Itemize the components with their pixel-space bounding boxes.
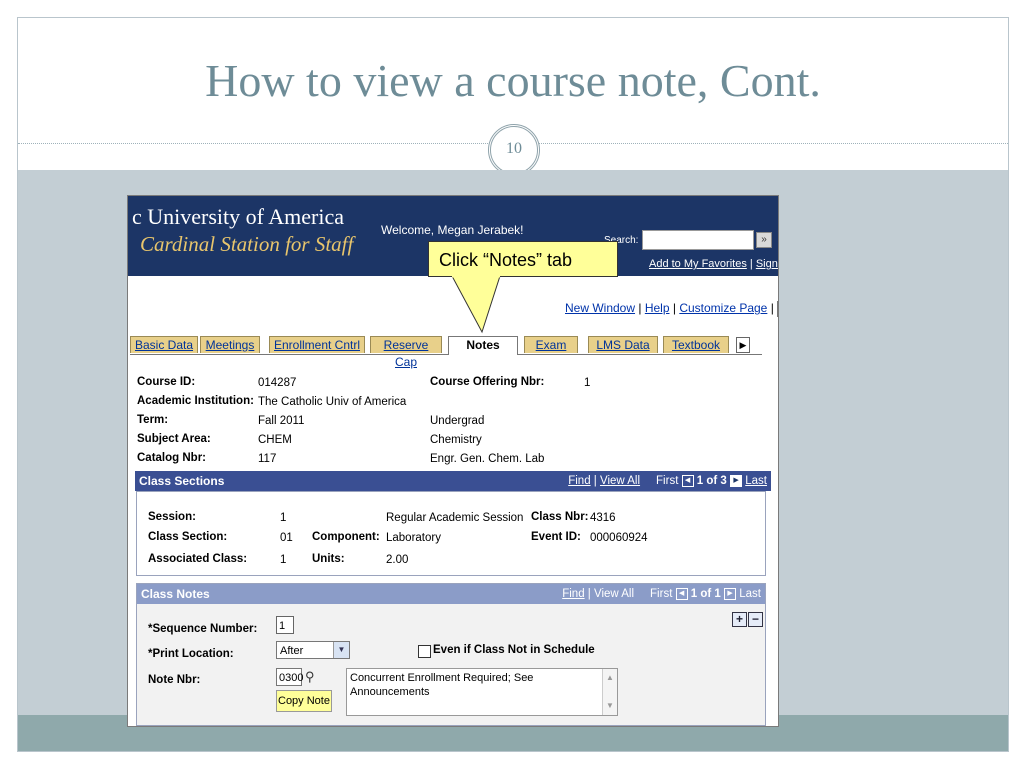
event-id-value: 000060924: [590, 532, 648, 544]
tab-exam[interactable]: Exam: [524, 336, 578, 353]
term-label: Term:: [137, 414, 169, 426]
class-notes-counter: 1 of 1: [690, 588, 721, 600]
prev-arrow-icon[interactable]: ◀: [681, 474, 694, 487]
sequence-number-label: *Sequence Number:: [148, 623, 258, 635]
session-desc-value: Regular Academic Session: [386, 512, 524, 524]
new-window-link[interactable]: New Window: [565, 301, 635, 315]
search-input[interactable]: [642, 230, 754, 250]
class-notes-header: Class Notes Find | View All First ◀ 1 of…: [137, 584, 765, 604]
portal-logo-text: Cardinal Station for Staff: [140, 232, 354, 256]
class-sections-first[interactable]: First: [656, 475, 678, 487]
tab-lms-data[interactable]: LMS Data: [588, 336, 658, 353]
tab-reserve-cap[interactable]: Reserve Cap: [370, 336, 442, 369]
copy-note-button[interactable]: Copy Note: [276, 690, 332, 712]
session-label: Session:: [148, 511, 196, 523]
scroll-down-icon[interactable]: ▼: [603, 699, 617, 713]
add-row-icon[interactable]: +: [732, 612, 747, 627]
class-sections-title: Class Sections: [139, 474, 225, 488]
subject-desc-value: Chemistry: [430, 434, 482, 446]
class-sections-find-link[interactable]: Find: [568, 475, 590, 487]
class-notes-nav: Find | View All First ◀ 1 of 1 ▶ Last: [562, 587, 761, 600]
add-to-favorites-link[interactable]: Add to My Favorites: [649, 258, 747, 270]
peoplesoft-screenshot: c University of America Cardinal Station…: [127, 195, 779, 727]
help-link[interactable]: Help: [645, 301, 670, 315]
class-nbr-label: Class Nbr:: [531, 511, 589, 523]
offering-nbr-value: 1: [584, 377, 591, 389]
scroll-up-icon[interactable]: ▲: [603, 671, 617, 685]
institution-value: The Catholic Univ of America: [258, 396, 407, 408]
callout-box: Click “Notes” tab: [428, 241, 618, 277]
class-sections-last-link[interactable]: Last: [745, 475, 767, 487]
even-if-not-in-schedule-label: Even if Class Not in Schedule: [433, 644, 595, 656]
slide-title: How to view a course note, Cont.: [205, 55, 821, 106]
class-sections-header: Class Sections Find | View All First ◀ 1…: [135, 471, 771, 491]
term-value: Fall 2011: [258, 415, 305, 427]
catalog-nbr-value: 117: [258, 453, 277, 465]
class-notes-first: First: [650, 588, 673, 600]
institution-label: Academic Institution:: [137, 395, 254, 407]
search-go-icon[interactable]: »: [756, 232, 772, 248]
tab-bar: Basic Data Meetings Enrollment Cntrl Res…: [130, 336, 762, 369]
units-label: Units:: [312, 553, 345, 565]
http-icon[interactable]: http: [777, 301, 778, 317]
class-section-value: 01: [280, 532, 293, 544]
print-location-label: *Print Location:: [148, 648, 234, 660]
notes-prev-arrow-icon: ◀: [675, 587, 688, 600]
catalog-nbr-label: Catalog Nbr:: [137, 452, 206, 464]
note-nbr-label: Note Nbr:: [148, 674, 201, 686]
catalog-desc-value: Engr. Gen. Chem. Lab: [430, 453, 545, 465]
header-links: Add to My Favorites | Sign o: [649, 258, 778, 270]
session-value: 1: [280, 512, 287, 524]
class-notes-find-link[interactable]: Find: [562, 588, 584, 600]
subject-area-value: CHEM: [258, 434, 292, 446]
utility-links: New Window | Help | Customize Page | htt…: [565, 301, 778, 317]
tab-textbook[interactable]: Textbook: [663, 336, 729, 353]
delete-row-icon[interactable]: −: [748, 612, 763, 627]
class-nbr-value: 4316: [590, 512, 616, 524]
sequence-number-input[interactable]: 1: [276, 616, 294, 634]
print-location-select[interactable]: After ▼: [276, 641, 350, 659]
customize-page-link[interactable]: Customize Page: [679, 301, 767, 315]
units-value: 2.00: [386, 554, 409, 566]
course-id-value: 014287: [258, 377, 297, 389]
welcome-message: Welcome, Megan Jerabek!: [381, 223, 524, 237]
note-scrollbar[interactable]: ▲ ▼: [602, 669, 617, 715]
tab-basic-data[interactable]: Basic Data: [130, 336, 198, 353]
class-notes-view-all: View All: [593, 588, 635, 600]
associated-class-label: Associated Class:: [148, 553, 248, 565]
next-arrow-icon[interactable]: ▶: [730, 474, 743, 487]
class-notes-last: Last: [739, 588, 761, 600]
university-name: c University of America: [132, 204, 344, 229]
slide-number: 10: [488, 124, 540, 176]
tab-enrollment-cntrl[interactable]: Enrollment Cntrl: [269, 336, 365, 353]
callout-pointer: [451, 276, 501, 334]
print-location-value: After: [280, 645, 304, 657]
class-sections-nav: Find | View All First ◀ 1 of 3 ▶ Last: [568, 474, 767, 487]
notes-next-arrow-icon: ▶: [724, 587, 737, 600]
even-if-not-in-schedule-checkbox[interactable]: [418, 645, 431, 658]
tab-meetings[interactable]: Meetings: [200, 336, 260, 353]
class-sections-view-all-link[interactable]: View All: [600, 475, 640, 487]
subject-area-label: Subject Area:: [137, 433, 211, 445]
note-text-area[interactable]: Concurrent Enrollment Required; See Anno…: [346, 668, 618, 716]
magnifier-lookup-icon[interactable]: ⚲: [305, 669, 315, 685]
tab-notes[interactable]: Notes: [448, 336, 518, 355]
class-section-label: Class Section:: [148, 531, 228, 543]
course-id-label: Course ID:: [137, 376, 196, 388]
class-notes-title: Class Notes: [141, 587, 210, 601]
component-value: Laboratory: [386, 532, 441, 544]
chevron-down-icon[interactable]: ▼: [333, 642, 349, 658]
sign-out-link[interactable]: Sign o: [756, 258, 778, 270]
associated-class-value: 1: [280, 554, 287, 566]
class-sections-counter: 1 of 3: [696, 475, 727, 487]
event-id-label: Event ID:: [531, 531, 581, 543]
note-text-content: Concurrent Enrollment Required; See Anno…: [350, 672, 534, 698]
career-value: Undergrad: [430, 415, 485, 427]
note-nbr-input[interactable]: 0300: [276, 668, 303, 686]
offering-nbr-label: Course Offering Nbr:: [430, 376, 545, 388]
component-label: Component:: [312, 531, 380, 543]
tab-scroll-right-icon[interactable]: ▶: [736, 337, 750, 353]
